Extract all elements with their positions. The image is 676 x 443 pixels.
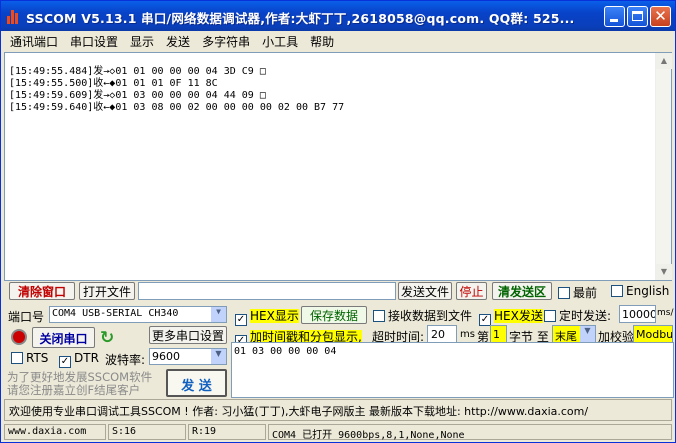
checkbox-icon [544,310,556,322]
hex-send-checkbox[interactable]: ✓ HEX发送 [479,307,543,326]
checkmark-icon: ✓ [235,314,247,326]
clear-window-button[interactable]: 清除窗口 [9,282,75,300]
menu-multi-string[interactable]: 多字符串 [196,31,256,50]
menu-bar: 通讯端口 串口设置 显示 发送 多字符串 小工具 帮助 [4,31,672,51]
scroll-up-icon[interactable]: ▲ [656,53,672,69]
open-file-button[interactable]: 打开文件 [79,282,135,300]
app-window: SSCOM V5.13.1 串口/网络数据调试器,作者:大虾丁丁,2618058… [0,0,676,443]
end-select[interactable]: 末尾 ▼ [552,325,596,343]
port-label: 端口号 [8,310,45,324]
save-data-button[interactable]: 保存数据 [301,306,367,324]
checksum-select[interactable]: Modbus [633,325,673,343]
log-line: [15:49:59.640]收←◆01 03 08 00 02 00 00 00… [9,102,345,113]
info-line: 欢迎使用专业串口调试工具SSCOM ! 作者: 习小猛(丁丁),大虾电子网版主 … [4,399,672,421]
log-line: [15:49:59.609]发→◇01 03 00 00 00 04 44 09… [9,90,266,101]
checkbox-icon [11,352,23,364]
english-checkbox[interactable]: English [611,284,669,298]
timeout-unit-label: ms [460,329,475,340]
scroll-down-icon[interactable]: ▼ [656,264,672,280]
rts-checkbox[interactable]: RTS [11,351,48,365]
timed-send-checkbox[interactable]: 定时发送: [544,307,611,324]
send-input[interactable]: 01 03 00 00 00 04 [231,342,674,398]
send-file-button[interactable]: 发送文件 [398,282,452,300]
status-port-state: COM4 已打开 9600bps,8,1,None,None [268,424,672,441]
stop-button[interactable]: 停止 [456,282,487,300]
clear-send-button[interactable]: 清发送区 [492,282,552,300]
baud-select[interactable]: 9600 ▼ [149,348,227,365]
checkmark-icon: ✓ [59,356,71,368]
hex-display-checkbox[interactable]: ✓ HEX显示 [235,307,299,326]
refresh-icon[interactable]: ↻ [100,328,114,348]
window-title: SSCOM V5.13.1 串口/网络数据调试器,作者:大虾丁丁,2618058… [26,11,575,26]
chevron-down-icon[interactable]: ▼ [211,349,226,364]
log-line: [15:49:55.500]收←◆01 01 01 0F 11 8C [9,78,218,89]
send-button[interactable]: 发 送 [166,369,227,397]
checkbox-icon [611,285,623,297]
receive-log: [15:49:55.484]发→◇01 01 00 00 00 04 3D C9… [9,66,344,114]
chevron-down-icon[interactable]: ▼ [580,326,595,342]
promo-text: 为了更好地发展SSCOM软件 请您注册嘉立创F结尾客户 [7,370,153,397]
close-button[interactable]: ✕ [650,6,671,27]
status-recv-count: R:19 [188,424,266,440]
status-bar: www.daxia.com S:16 R:19 COM4 已打开 9600bps… [4,423,674,441]
recv-to-file-checkbox[interactable]: 接收数据到文件 [373,307,472,324]
title-bar[interactable]: SSCOM V5.13.1 串口/网络数据调试器,作者:大虾丁丁,2618058… [1,1,675,31]
more-settings-button[interactable]: 更多串口设置 [149,326,227,344]
menu-comm-port[interactable]: 通讯端口 [4,31,64,50]
menu-serial-settings[interactable]: 串口设置 [64,31,124,50]
status-sent-count: S:16 [108,424,186,440]
status-site: www.daxia.com [4,424,106,440]
timeout-input[interactable]: 20 [427,325,457,343]
timed-interval-input[interactable]: 10000 [619,305,656,323]
checkbox-icon [558,287,570,299]
menu-display[interactable]: 显示 [124,31,160,50]
receive-area[interactable]: [15:49:55.484]发→◇01 01 00 00 00 04 3D C9… [4,52,672,281]
checkbox-icon [373,310,385,322]
menu-send[interactable]: 发送 [160,31,196,50]
port-status-icon [11,329,27,345]
chevron-down-icon[interactable]: ▼ [211,307,226,322]
app-icon [7,8,21,24]
minimize-button[interactable] [604,6,625,27]
menu-tools[interactable]: 小工具 [256,31,304,50]
file-path-input[interactable] [138,282,396,300]
top-most-checkbox[interactable]: 最前 [558,284,597,301]
dtr-checkbox[interactable]: ✓ DTR [59,351,99,368]
menu-help[interactable]: 帮助 [304,31,340,50]
byte-start-input[interactable]: 1 [490,325,507,343]
receive-scrollbar[interactable]: ▲ ▼ [655,53,672,280]
port-select[interactable]: COM4 USB-SERIAL CH340 ▼ [49,306,227,323]
log-line: [15:49:55.484]发→◇01 01 00 00 00 04 3D C9… [9,66,266,77]
timed-unit-label: ms/ [657,308,674,318]
baud-label: 波特率: [105,353,146,367]
maximize-button[interactable] [627,6,648,27]
close-port-button[interactable]: 关闭串口 [32,327,95,348]
